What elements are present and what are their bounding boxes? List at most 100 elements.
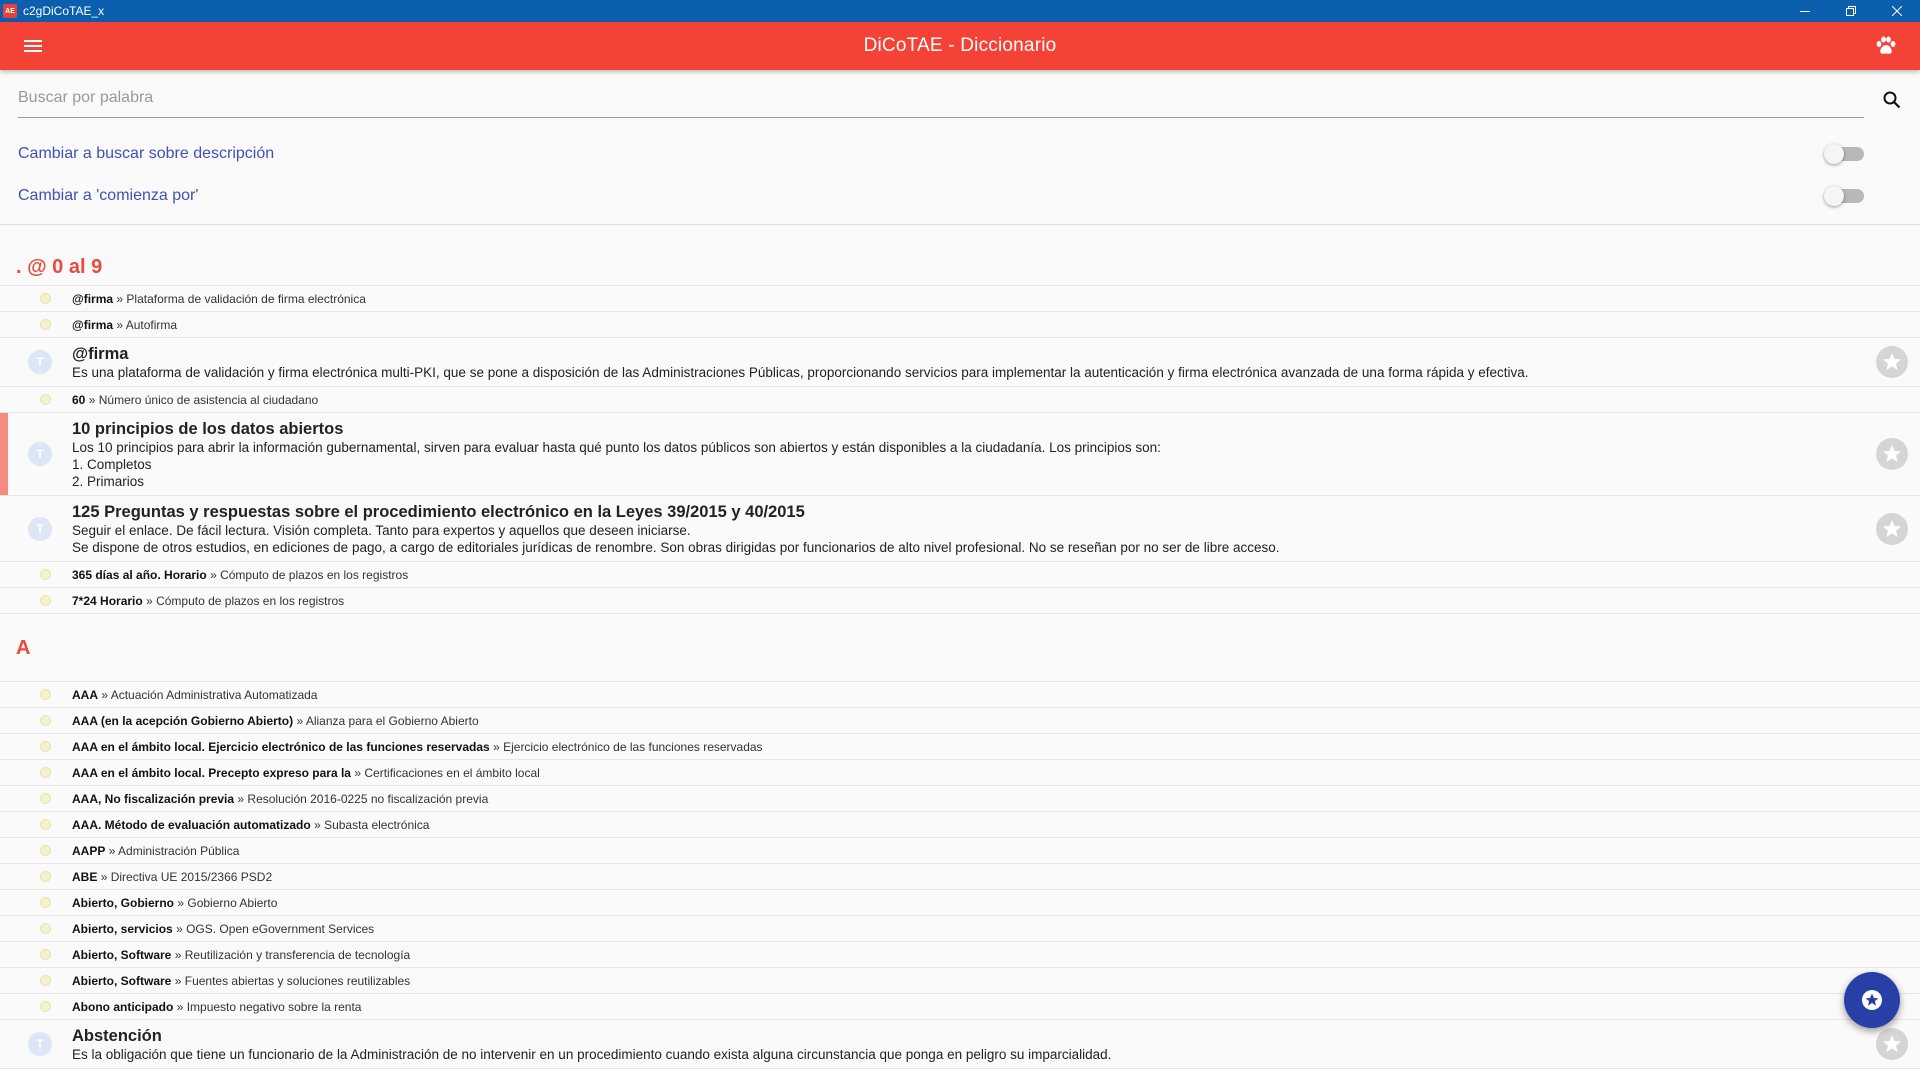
ref-arrow: » [296, 713, 304, 728]
star-circle-icon [1862, 990, 1882, 1010]
ref-arrow: » [116, 317, 124, 332]
search-button[interactable] [1880, 88, 1904, 112]
bullet-dot-icon [40, 715, 51, 726]
list-item-reference[interactable]: Abierto, Gobierno » Gobierno Abierto [0, 890, 1920, 916]
paw-button[interactable] [1852, 22, 1920, 70]
ref-arrow: » [116, 291, 124, 306]
list-item-reference[interactable]: 365 días al año. Horario » Cómputo de pl… [0, 562, 1920, 588]
target-label: Directiva UE 2015/2366 PSD2 [110, 869, 273, 884]
page-title: DiCoTAE - Diccionario [863, 35, 1057, 56]
term-label: Abierto, Software [72, 947, 172, 962]
search-input[interactable] [18, 80, 1864, 116]
list-item-reference[interactable]: 7*24 Horario » Cómputo de plazos en los … [0, 588, 1920, 614]
starts-with-toggle[interactable] [1824, 186, 1864, 206]
term-label: @firma [72, 291, 114, 306]
menu-button[interactable] [0, 22, 68, 70]
bullet-dot-icon [40, 394, 51, 405]
list-item-entry[interactable]: T Abstención Es la obligación que tiene un… [0, 1020, 1920, 1069]
target-label: Impuesto negativo sobre la renta [186, 999, 362, 1014]
target-label: Certificaciones en el ámbito local [364, 765, 540, 780]
list-item-reference[interactable]: AAA en el ámbito local. Ejercicio electr… [0, 734, 1920, 760]
list-item-reference[interactable]: @firma » Plataforma de validación de fir… [0, 286, 1920, 312]
target-label: Autofirma [125, 317, 178, 332]
bullet-dot-icon [40, 819, 51, 830]
target-label: Administración Pública [118, 843, 240, 858]
list-item-reference[interactable]: AAA » Actuación Administrativa Automatiz… [0, 682, 1920, 708]
favorites-fab[interactable] [1844, 972, 1900, 1028]
term-label: AAA (en la acepción Gobierno Abierto) [72, 713, 294, 728]
term-label: 7*24 Horario [72, 593, 143, 608]
list-item-reference[interactable]: ABE » Directiva UE 2015/2366 PSD2 [0, 864, 1920, 890]
toggle-knob [1824, 186, 1844, 206]
target-label: Ejercicio electrónico de las funciones r… [503, 739, 763, 754]
favorite-button[interactable] [1876, 346, 1908, 378]
entry-term: Abstención [72, 1027, 162, 1045]
bullet-dot-icon [40, 897, 51, 908]
entry-description-line: Seguir el enlace. De fácil lectura. Visi… [72, 523, 691, 538]
list-item-reference[interactable]: 60 » Número único de asistencia al ciuda… [0, 387, 1920, 413]
bullet-dot-icon [40, 923, 51, 934]
term-label: Abierto, servicios [72, 921, 173, 936]
type-avatar-icon: T [28, 442, 52, 466]
target-label: OGS. Open eGovernment Services [186, 921, 375, 936]
star-icon [1883, 1035, 1901, 1052]
ref-arrow: » [101, 687, 109, 702]
list-item-reference[interactable]: Abierto, servicios » OGS. Open eGovernme… [0, 916, 1920, 942]
option-starts-with: Cambiar a 'comienza por' [0, 181, 1920, 211]
target-label: Gobierno Abierto [187, 895, 278, 910]
bullet-dot-icon [40, 741, 51, 752]
favorite-button[interactable] [1876, 512, 1908, 545]
minimize-icon [1800, 11, 1810, 12]
section-header: . @ 0 al 9 [0, 250, 1920, 286]
favorite-button[interactable] [1876, 1028, 1908, 1060]
list-item-reference[interactable]: @firma » Autofirma [0, 312, 1920, 338]
term-label: AAA. Método de evaluación automatizado [72, 817, 311, 832]
list-item-reference[interactable]: AAA en el ámbito local. Precepto expreso… [0, 760, 1920, 786]
option-starts-with-label: Cambiar a 'comienza por' [18, 187, 199, 204]
list-item-reference[interactable]: Abono anticipado » Impuesto negativo sob… [0, 994, 1920, 1020]
close-window-button[interactable] [1874, 0, 1920, 22]
list-item-reference[interactable]: AAPP » Administración Pública [0, 838, 1920, 864]
description-toggle[interactable] [1824, 144, 1864, 164]
list-item-reference[interactable]: Abierto, Software » Reutilización y tran… [0, 942, 1920, 968]
term-label: @firma [72, 317, 114, 332]
list-item-reference[interactable]: AAA. Método de evaluación automatizado »… [0, 812, 1920, 838]
ref-arrow: » [176, 999, 184, 1014]
entry-description-line: Los 10 principios para abrir la informac… [72, 440, 1161, 455]
bullet-dot-icon [40, 767, 51, 778]
ref-arrow: » [108, 843, 116, 858]
list-item-reference[interactable]: Abierto, Software » Fuentes abiertas y s… [0, 968, 1920, 994]
minimize-button[interactable] [1782, 0, 1828, 22]
list-item-entry[interactable]: T @firma Es una plataforma de validación y… [0, 338, 1920, 387]
term-label: ABE [72, 869, 98, 884]
ref-arrow: » [88, 392, 96, 407]
bullet-dot-icon [40, 949, 51, 960]
toggle-knob [1824, 144, 1844, 164]
restore-icon [1846, 6, 1856, 16]
window-titlebar: AE c2gDiCoTAE_x [0, 0, 1920, 22]
target-label: Cómputo de plazos en los registros [156, 593, 345, 608]
list-item-reference[interactable]: AAA, No fiscalización previa » Resolució… [0, 786, 1920, 812]
term-label: AAA, No fiscalización previa [72, 791, 235, 806]
list-item-entry[interactable]: T 10 principios de los datos abiertos Los … [0, 413, 1920, 496]
ref-arrow: » [174, 947, 182, 962]
list-item-reference[interactable]: AAA (en la acepción Gobierno Abierto) » … [0, 708, 1920, 734]
ref-arrow: » [237, 791, 245, 806]
entry-term: 10 principios de los datos abiertos [72, 420, 344, 438]
bullet-dot-icon [40, 569, 51, 580]
restore-button[interactable] [1828, 0, 1874, 22]
divider [0, 224, 1920, 225]
close-icon [1892, 6, 1902, 16]
target-label: Plataforma de validación de firma electr… [126, 291, 366, 306]
favorite-button[interactable] [1876, 438, 1908, 470]
bullet-dot-icon [40, 689, 51, 700]
ref-arrow: » [146, 593, 153, 608]
hamburger-menu-icon [24, 40, 42, 52]
app-bar: DiCoTAE - Diccionario [0, 22, 1920, 70]
list-item-entry[interactable]: T 125 Preguntas y respuestas sobre el pro… [0, 496, 1920, 562]
option-search-description: Cambiar a buscar sobre descripción [0, 139, 1920, 169]
target-label: Alianza para el Gobierno Abierto [305, 713, 479, 728]
entry-description-line: Es una plataforma de validación y firma … [72, 365, 1529, 380]
term-label: Abierto, Software [72, 973, 172, 988]
search-icon [1883, 91, 1901, 109]
